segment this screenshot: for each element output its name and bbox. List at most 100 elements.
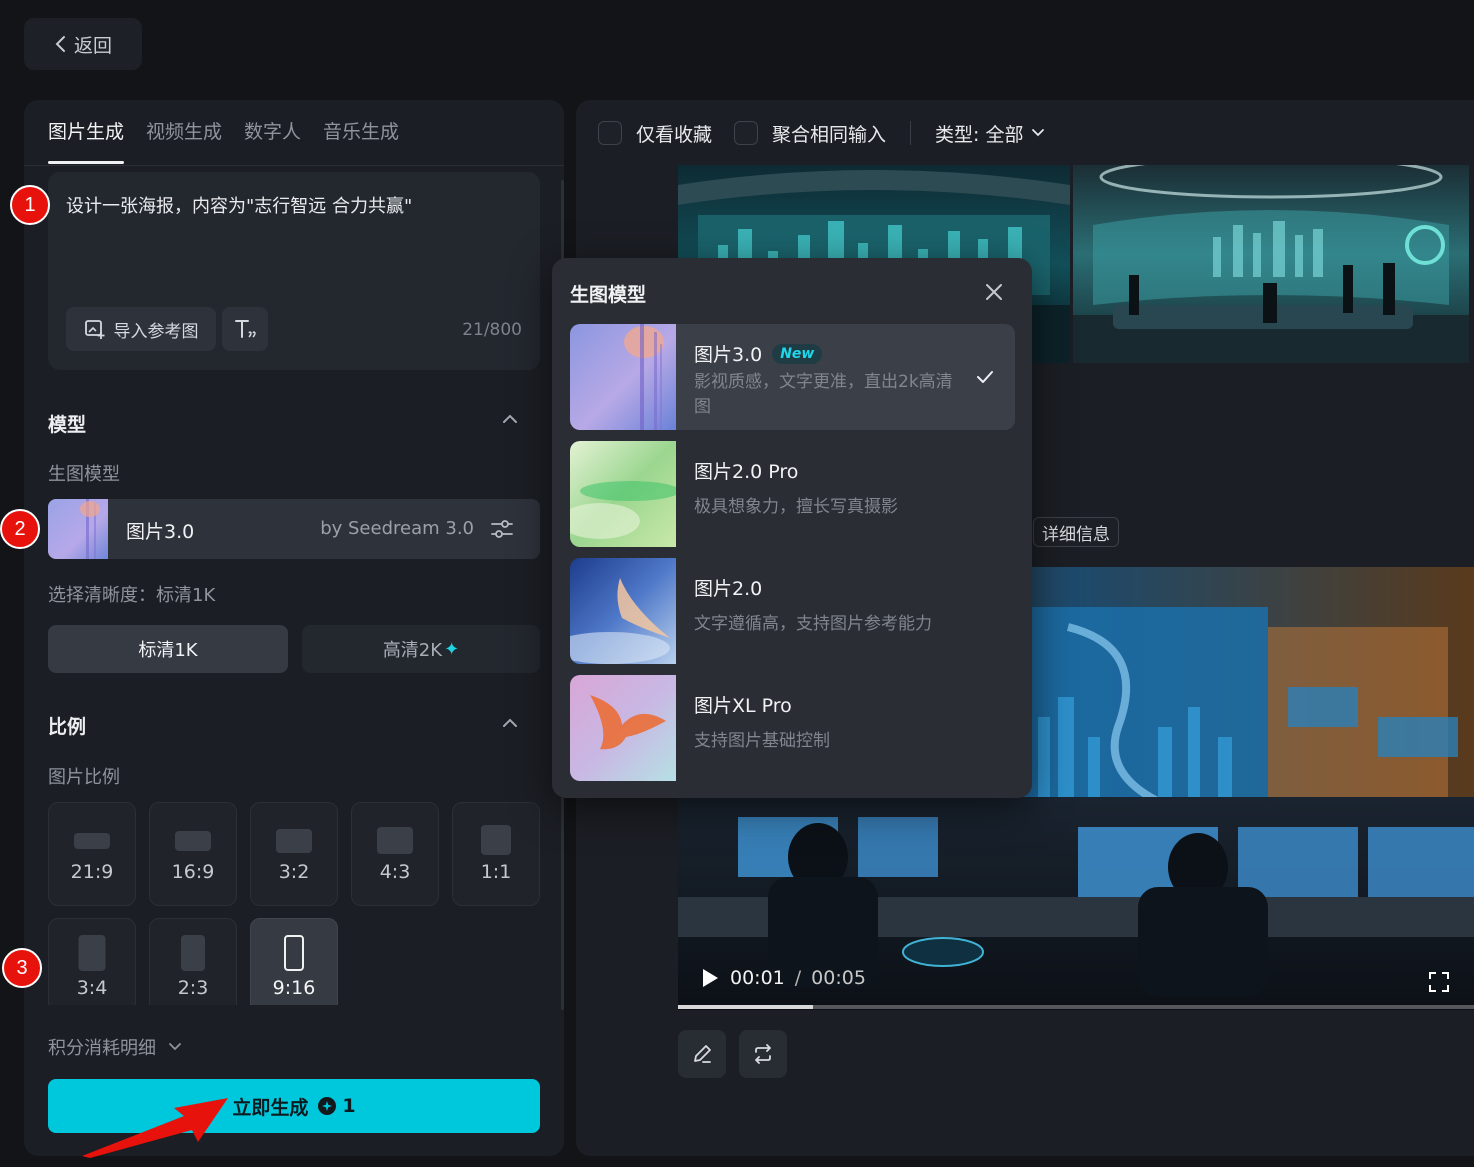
generated-image-thumbnail[interactable]	[1073, 165, 1469, 363]
resolution-label: 选择清晰度：标清1K	[48, 585, 216, 606]
ratio-shape-icon	[74, 833, 110, 849]
text-tool-button[interactable]	[222, 307, 268, 351]
chevron-left-icon	[55, 36, 65, 52]
generate-label: 立即生成	[232, 1096, 309, 1119]
annotation-marker-1: 1	[10, 185, 50, 225]
model-option-name-text: 图片3.0	[694, 344, 763, 366]
tab-image-generation[interactable]: 图片生成	[48, 100, 125, 164]
prompt-text[interactable]: 设计一张海报，内容为"志行智远 合力共赢"	[66, 192, 412, 218]
repeat-icon	[755, 1044, 771, 1064]
ratio-option-3-2[interactable]: 3:2	[250, 802, 338, 906]
model-option-desc: 极具想象力，擅长写真摄影	[694, 497, 898, 517]
model-option-name: 图片XL Pro	[694, 691, 792, 718]
type-filter-dropdown[interactable]: 类型: 全部	[935, 120, 1023, 147]
import-reference-button[interactable]: 导入参考图	[66, 307, 216, 351]
model-option-name-text: 图片2.0	[694, 578, 763, 600]
resolution-2k-button[interactable]: 高清2K ✦	[302, 625, 540, 673]
credit-icon	[318, 1097, 337, 1115]
sparkle-icon: ✦	[444, 638, 460, 660]
model-thumbnail	[570, 324, 676, 430]
ratio-label: 4:3	[379, 861, 411, 883]
ratio-option-16-9[interactable]: 16:9	[149, 802, 237, 906]
tabs-divider	[24, 165, 564, 166]
model-option-desc: 支持图片基础控制	[694, 731, 830, 751]
video-progress-bar[interactable]	[678, 1005, 1474, 1009]
video-current-time: 00:01	[730, 967, 785, 989]
points-detail-label: 积分消耗明细	[48, 1038, 156, 1059]
model-thumbnail	[570, 558, 676, 664]
resolution-1k-label: 标清1K	[138, 640, 198, 661]
ratio-label: 2:3	[177, 977, 209, 999]
import-reference-label: 导入参考图	[113, 321, 199, 342]
ratio-shape-icon	[276, 829, 312, 853]
model-option-desc: 文字遵循高，支持图片参考能力	[694, 614, 932, 634]
new-badge: New	[772, 343, 823, 364]
mode-tabs: 图片生成 视频生成 数字人 音乐生成	[48, 100, 399, 164]
play-icon[interactable]	[700, 967, 720, 989]
model-dropdown: 生图模型 图片3.0 New 影视质感，文字更准，直出2k高清图 图片2.0 P…	[552, 258, 1032, 798]
model-name: 图片3.0	[126, 521, 195, 543]
text-quote-icon	[235, 320, 256, 338]
fullscreen-icon[interactable]	[1428, 971, 1450, 993]
model-option-image-3[interactable]: 图片3.0 New 影视质感，文字更准，直出2k高清图	[570, 324, 1015, 430]
chevron-down-icon	[169, 1043, 181, 1051]
back-button[interactable]: 返回	[24, 18, 142, 70]
resolution-1k-button[interactable]: 标清1K	[48, 625, 288, 673]
model-selector[interactable]: 图片3.0 by Seedream 3.0	[48, 499, 540, 559]
model-thumbnail	[48, 499, 108, 559]
ratio-label: 9:16	[272, 977, 316, 999]
chevron-up-icon[interactable]	[502, 717, 518, 729]
video-time-separator: /	[794, 967, 802, 989]
close-icon[interactable]	[982, 280, 1006, 304]
model-thumbnail	[570, 441, 676, 547]
edit-button[interactable]	[678, 1030, 726, 1078]
points-detail-toggle[interactable]: 积分消耗明细	[48, 1034, 182, 1060]
model-option-image-2[interactable]: 图片2.0 文字遵循高，支持图片参考能力	[570, 558, 1015, 664]
tab-digital-human[interactable]: 数字人	[244, 100, 301, 164]
prompt-input[interactable]: 设计一张海报，内容为"志行智远 合力共赢" 导入参考图 21/800	[48, 172, 540, 370]
favorites-label[interactable]: 仅看收藏	[636, 120, 712, 147]
video-duration: 00:05	[811, 967, 866, 989]
ratio-shape-icon	[481, 825, 511, 855]
settings-sliders-icon[interactable]	[488, 515, 516, 543]
model-option-image-2-pro[interactable]: 图片2.0 Pro 极具想象力，擅长写真摄影	[570, 441, 1015, 547]
model-option-name-text: 图片XL Pro	[694, 695, 792, 717]
model-option-name-text: 图片2.0 Pro	[694, 461, 799, 483]
pencil-icon	[694, 1045, 711, 1063]
chevron-up-icon[interactable]	[502, 413, 518, 425]
annotation-arrow-icon	[82, 1098, 228, 1158]
model-option-desc: 影视质感，文字更准，直出2k高清图	[694, 372, 953, 417]
ratio-option-21-9[interactable]: 21:9	[48, 802, 136, 906]
char-count: 21/800	[462, 320, 522, 340]
detail-info-button[interactable]: 详细信息	[1033, 517, 1119, 547]
model-provider: by Seedream 3.0	[320, 518, 474, 539]
model-option-name: 图片2.0	[694, 574, 762, 601]
back-label: 返回	[73, 34, 112, 57]
regenerate-button[interactable]	[739, 1030, 787, 1078]
model-thumbnail	[570, 675, 676, 781]
video-progress-fill	[678, 1005, 814, 1009]
checkmark-icon	[977, 371, 993, 383]
ratio-shape-icon	[377, 827, 413, 854]
tab-video-generation[interactable]: 视频生成	[146, 100, 222, 164]
annotation-marker-3: 3	[2, 948, 42, 988]
ratio-shape-icon	[284, 935, 304, 971]
model-option-image-xl-pro[interactable]: 图片XL Pro 支持图片基础控制	[570, 675, 1015, 781]
generation-panel: 图片生成 视频生成 数字人 音乐生成 设计一张海报，内容为"志行智远 合力共赢"…	[24, 100, 564, 1156]
ratio-label: 1:1	[480, 861, 512, 883]
model-option-name: 图片2.0 Pro	[694, 457, 798, 484]
chevron-down-icon[interactable]	[1031, 128, 1045, 138]
merge-inputs-label[interactable]: 聚合相同输入	[772, 120, 886, 147]
image-add-icon	[84, 320, 104, 339]
video-controls: 00:01 / 00:05	[700, 967, 866, 989]
ratio-option-1-1[interactable]: 1:1	[452, 802, 540, 906]
merge-inputs-checkbox[interactable]	[734, 121, 759, 145]
favorites-checkbox[interactable]	[598, 121, 622, 145]
annotation-marker-2: 2	[0, 509, 40, 549]
scroll-mask	[24, 1005, 560, 1025]
ratio-label: 3:2	[278, 861, 310, 883]
filter-divider	[910, 121, 912, 145]
ratio-option-4-3[interactable]: 4:3	[351, 802, 439, 906]
tab-music-generation[interactable]: 音乐生成	[323, 100, 399, 164]
ratio-label: 21:9	[70, 861, 114, 883]
